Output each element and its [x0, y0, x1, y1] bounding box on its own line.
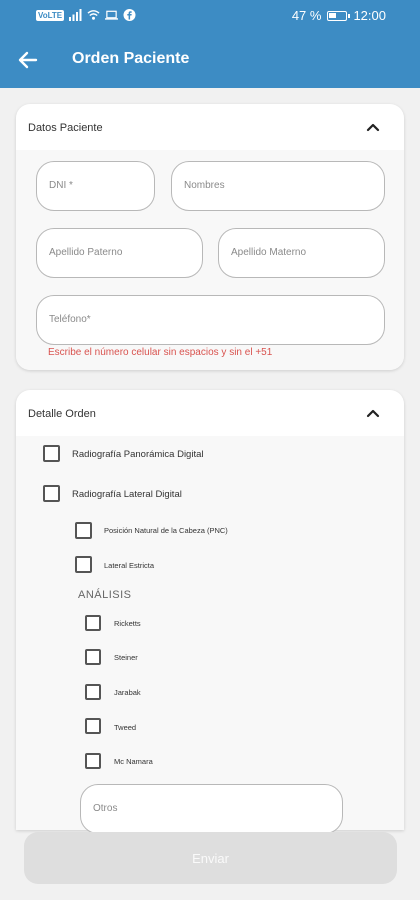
- patient-data-header[interactable]: Datos Paciente: [16, 104, 404, 150]
- facebook-icon: [123, 9, 136, 21]
- steiner-checkbox[interactable]: [85, 649, 101, 665]
- analysis-title: ANÁLISIS: [78, 589, 132, 601]
- nombres-field[interactable]: Nombres: [171, 161, 385, 211]
- otros-field[interactable]: Otros: [80, 784, 343, 834]
- mc-namara-label: Mc Namara: [114, 757, 153, 766]
- lateral-checkbox[interactable]: [43, 485, 60, 502]
- lateral-label: Radiografía Lateral Digital: [72, 489, 182, 500]
- status-icons-left: VoLTE: [36, 9, 136, 21]
- battery-percent: 47 %: [291, 8, 322, 23]
- laptop-icon: [105, 10, 119, 20]
- otros-placeholder: Otros: [93, 803, 118, 814]
- telefono-field[interactable]: Teléfono*: [36, 295, 385, 345]
- steiner-label: Steiner: [114, 653, 138, 662]
- nombres-placeholder: Nombres: [184, 180, 225, 191]
- apellido-materno-field[interactable]: Apellido Materno: [218, 228, 385, 278]
- telefono-placeholder: Teléfono*: [49, 314, 91, 325]
- signal-icon: [69, 9, 82, 21]
- jarabak-label: Jarabak: [114, 688, 141, 697]
- chevron-up-icon[interactable]: [366, 408, 380, 418]
- patient-data-title: Datos Paciente: [28, 122, 103, 134]
- apellido-materno-placeholder: Apellido Materno: [231, 247, 307, 258]
- enviar-label: Enviar: [192, 851, 229, 866]
- tweed-checkbox[interactable]: [85, 718, 101, 734]
- phone-hint: Escribe el número celular sin espacios y…: [48, 347, 273, 358]
- clock: 12:00: [353, 8, 386, 23]
- panoramica-label: Radiografía Panorámica Digital: [72, 449, 204, 460]
- status-icons-right: 47 % 12:00: [292, 8, 386, 23]
- tweed-label: Tweed: [114, 723, 137, 732]
- apellido-paterno-field[interactable]: Apellido Paterno: [36, 228, 203, 278]
- lateral-estricta-checkbox[interactable]: [75, 556, 92, 573]
- app-bar: Orden Paciente: [0, 32, 420, 88]
- enviar-button[interactable]: Enviar: [24, 832, 397, 884]
- page-title: Orden Paciente: [72, 50, 190, 67]
- arrow-left-icon[interactable]: [16, 48, 40, 72]
- dni-placeholder: DNI *: [49, 180, 73, 191]
- lateral-estricta-label: Lateral Estricta: [104, 561, 155, 570]
- battery-level: [329, 12, 337, 18]
- dni-field[interactable]: DNI *: [36, 161, 155, 211]
- mc-namara-checkbox[interactable]: [85, 753, 101, 769]
- status-bar: VoLTE 47 % 12:00: [0, 0, 420, 32]
- panoramica-checkbox[interactable]: [43, 445, 60, 462]
- order-detail-title: Detalle Orden: [28, 408, 96, 420]
- pnc-checkbox[interactable]: [75, 522, 92, 539]
- volte-badge: VoLTE: [36, 9, 65, 21]
- apellido-paterno-placeholder: Apellido Paterno: [49, 247, 123, 258]
- chevron-up-icon[interactable]: [366, 122, 380, 132]
- ricketts-label: Ricketts: [114, 619, 141, 628]
- ricketts-checkbox[interactable]: [85, 615, 101, 631]
- pnc-label: Posición Natural de la Cabeza (PNC): [104, 526, 228, 535]
- battery-icon: [327, 10, 351, 21]
- wifi-icon: [87, 10, 100, 20]
- jarabak-checkbox[interactable]: [85, 684, 101, 700]
- order-detail-header[interactable]: Detalle Orden: [16, 390, 404, 436]
